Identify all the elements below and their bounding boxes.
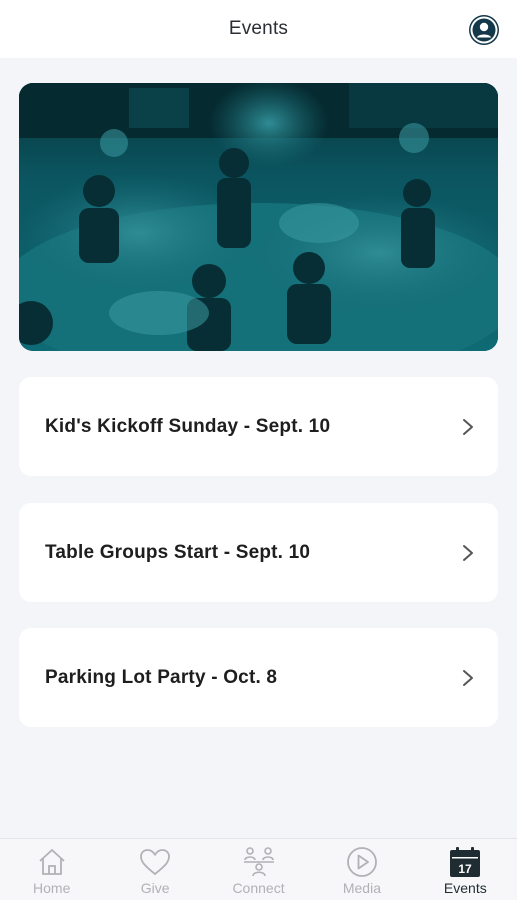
heart-icon: [140, 849, 171, 875]
hero-image[interactable]: [19, 83, 498, 351]
top-bar: Events: [0, 0, 517, 58]
profile-button[interactable]: [469, 15, 499, 45]
calendar-day: 17: [459, 862, 473, 876]
event-card[interactable]: Table Groups Start - Sept. 10: [19, 503, 498, 602]
tab-label: Events: [443, 880, 487, 896]
chevron-right-icon: [463, 544, 473, 561]
user-icon: [470, 16, 498, 44]
calendar-icon: 17: [450, 847, 481, 877]
tab-bar: Home Give Connect Media 17 Events: [0, 838, 517, 900]
event-card[interactable]: Parking Lot Party - Oct. 8: [19, 628, 498, 727]
event-title: Table Groups Start - Sept. 10: [45, 541, 311, 563]
event-title: Parking Lot Party - Oct. 8: [45, 666, 278, 688]
chevron-right-icon: [463, 418, 473, 435]
tab-label: Home: [33, 880, 71, 896]
tab-connect[interactable]: Connect: [207, 839, 310, 900]
page-title: Events: [228, 18, 289, 39]
tab-label: Media: [342, 880, 381, 896]
tab-events[interactable]: 17 Events: [414, 839, 517, 900]
event-title: Kid's Kickoff Sunday - Sept. 10: [45, 415, 331, 437]
tab-label: Connect: [232, 880, 285, 896]
play-icon: [347, 847, 377, 877]
home-icon: [39, 849, 65, 875]
tab-media[interactable]: Media: [310, 839, 413, 900]
connect-icon: [243, 847, 274, 877]
event-card[interactable]: Kid's Kickoff Sunday - Sept. 10: [19, 377, 498, 476]
tab-label: Give: [140, 880, 170, 896]
tab-give[interactable]: Give: [103, 839, 206, 900]
tab-home[interactable]: Home: [0, 839, 103, 900]
chevron-right-icon: [463, 669, 473, 686]
